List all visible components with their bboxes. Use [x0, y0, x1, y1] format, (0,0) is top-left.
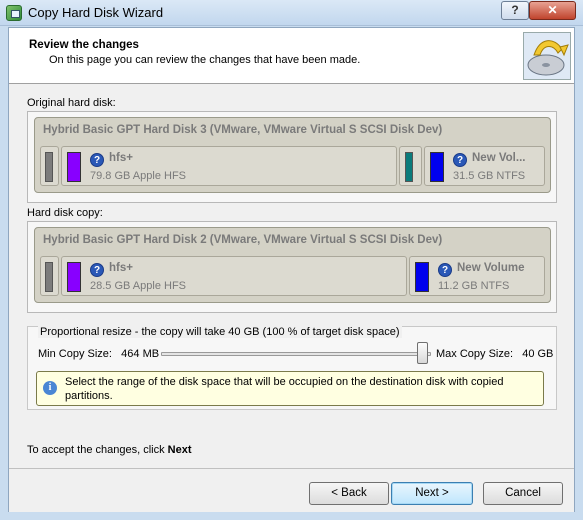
copy-disk-group: Hybrid Basic GPT Hard Disk 2 (VMware, VM…: [27, 221, 557, 313]
question-icon: ?: [438, 263, 452, 277]
original-partition-ntfs[interactable]: ? New Vol... 31.5 GB NTFS: [424, 146, 545, 186]
cancel-button[interactable]: Cancel: [483, 482, 563, 505]
copy-partition-ntfs[interactable]: ? New Volume 11.2 GB NTFS: [409, 256, 545, 296]
question-icon: ?: [90, 153, 104, 167]
min-copy-size-value: 464 MB: [121, 348, 160, 360]
original-disk-title: Hybrid Basic GPT Hard Disk 3 (VMware, VM…: [43, 124, 443, 136]
accept-instruction: To accept the changes, click Next: [27, 444, 191, 456]
title-bar: Copy Hard Disk Wizard ? ✕: [0, 0, 583, 26]
wizard-footer: < Back Next > Cancel: [9, 468, 574, 512]
page-subtitle: On this page you can review the changes …: [49, 54, 361, 66]
info-tip: i Select the range of the disk space tha…: [36, 371, 544, 406]
original-partition-hfs[interactable]: ? hfs+ 79.8 GB Apple HFS: [61, 146, 397, 186]
partition-name: New Vol...: [472, 152, 526, 164]
accept-prefix: To accept the changes, click: [27, 444, 168, 456]
copy-disk-map[interactable]: Hybrid Basic GPT Hard Disk 2 (VMware, VM…: [34, 227, 551, 303]
copy-size-slider-track[interactable]: [161, 352, 431, 356]
max-copy-size-value: 40 GB: [522, 348, 554, 360]
wizard-header: Review the changes On this page you can …: [9, 28, 574, 84]
original-disk-map[interactable]: Hybrid Basic GPT Hard Disk 3 (VMware, VM…: [34, 117, 551, 193]
info-text: Select the range of the disk space that …: [65, 376, 504, 402]
partition-name: hfs+: [109, 152, 133, 164]
original-disk-group: Hybrid Basic GPT Hard Disk 3 (VMware, VM…: [27, 111, 557, 203]
partition-color-bar: [430, 152, 444, 182]
info-icon: i: [43, 381, 57, 395]
partition-bar: [45, 152, 53, 182]
proportional-resize-group: Proportional resize - the copy will take…: [27, 326, 557, 410]
question-icon: ?: [453, 153, 467, 167]
copy-disk-title: Hybrid Basic GPT Hard Disk 2 (VMware, VM…: [43, 234, 443, 246]
partition-size: 79.8 GB Apple HFS: [90, 170, 186, 182]
partition-size: 28.5 GB Apple HFS: [90, 280, 186, 292]
partition-color-bar: [67, 262, 81, 292]
disk-wizard-logo: [523, 32, 571, 80]
original-system-partition[interactable]: [399, 146, 422, 186]
wizard-body: Review the changes On this page you can …: [8, 27, 575, 512]
partition-bar: [405, 152, 413, 182]
original-unallocated-partition[interactable]: [40, 146, 59, 186]
close-button[interactable]: ✕: [529, 1, 576, 20]
copy-unallocated-partition[interactable]: [40, 256, 59, 296]
partition-size: 31.5 GB NTFS: [453, 170, 526, 182]
copy-disk-label: Hard disk copy:: [27, 207, 103, 219]
back-button[interactable]: < Back: [309, 482, 389, 505]
max-copy-size-label: Max Copy Size:: [436, 348, 514, 360]
resize-label: Proportional resize - the copy will take…: [38, 326, 402, 338]
next-button[interactable]: Next >: [391, 482, 473, 505]
window-title: Copy Hard Disk Wizard: [28, 5, 164, 20]
copy-size-slider-thumb[interactable]: [417, 342, 428, 364]
partition-color-bar: [67, 152, 81, 182]
partition-bar: [45, 262, 53, 292]
copy-partition-hfs[interactable]: ? hfs+ 28.5 GB Apple HFS: [61, 256, 407, 296]
partition-name: New Volume: [457, 262, 525, 274]
min-copy-size: Min Copy Size: 464 MB: [38, 348, 159, 360]
page-title: Review the changes: [29, 39, 139, 51]
min-copy-size-label: Min Copy Size:: [38, 348, 112, 360]
max-copy-size: Max Copy Size: 40 GB: [436, 348, 553, 360]
partition-color-bar: [415, 262, 429, 292]
original-disk-label: Original hard disk:: [27, 97, 116, 109]
partition-name: hfs+: [109, 262, 133, 274]
partition-size: 11.2 GB NTFS: [438, 280, 510, 292]
question-icon: ?: [90, 263, 104, 277]
help-button[interactable]: ?: [501, 1, 529, 20]
accept-keyword: Next: [167, 444, 192, 456]
copy-disk-wizard-icon: [6, 5, 22, 21]
